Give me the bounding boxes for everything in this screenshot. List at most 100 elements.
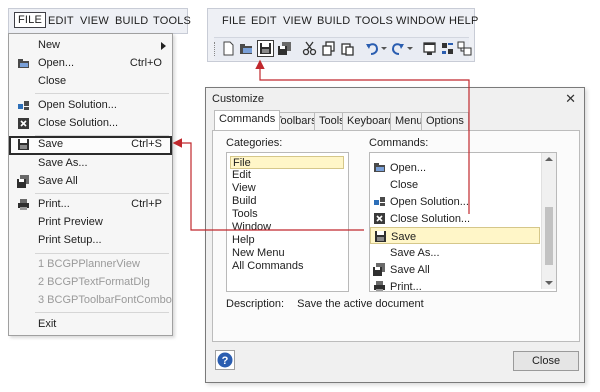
cut-icon[interactable] xyxy=(302,41,317,56)
help-button[interactable]: ? xyxy=(215,350,235,370)
print-icon xyxy=(374,281,385,291)
menu-tools[interactable]: TOOLS xyxy=(153,15,191,27)
menu-item-print[interactable]: Print... Ctrl+P xyxy=(9,196,172,214)
menu-file[interactable]: FILE xyxy=(13,12,47,28)
new-file-icon[interactable] xyxy=(221,41,236,56)
menu-item-exit[interactable]: Exit xyxy=(9,316,172,334)
menu-item-label: Open... xyxy=(38,57,75,69)
class-view-icon[interactable] xyxy=(457,41,472,56)
close-button[interactable]: Close xyxy=(513,351,579,371)
command-item-close-solution[interactable]: Close Solution... xyxy=(370,210,540,227)
menu-item-open-solution[interactable]: Open Solution... xyxy=(9,97,172,115)
save-icon[interactable] xyxy=(257,40,274,57)
menu-view[interactable]: VIEW xyxy=(283,15,312,27)
menu-item-recent-1[interactable]: 1 BCGPPlannerView xyxy=(9,256,172,274)
save-all-icon xyxy=(17,175,29,188)
save-icon xyxy=(375,231,386,242)
category-item[interactable]: All Commands xyxy=(232,260,304,272)
open-folder-icon[interactable] xyxy=(239,41,254,56)
menu-item-label: Close Solution... xyxy=(38,117,119,129)
category-item[interactable]: Tools xyxy=(232,208,258,220)
menu-help[interactable]: HELP xyxy=(449,15,479,27)
menu-item-print-setup[interactable]: Print Setup... xyxy=(9,232,172,250)
command-item-print[interactable]: Print... xyxy=(370,278,540,292)
help-icon: ? xyxy=(217,352,233,368)
menu-item-save-all[interactable]: Save All xyxy=(9,173,172,191)
redo-icon[interactable] xyxy=(390,41,405,56)
paste-icon[interactable] xyxy=(340,41,355,56)
category-item[interactable]: New Menu xyxy=(232,247,285,259)
category-item[interactable]: Edit xyxy=(232,169,251,181)
copy-icon[interactable] xyxy=(321,41,336,56)
menu-item-close-solution[interactable]: Close Solution... xyxy=(9,115,172,133)
menu-item-print-preview[interactable]: Print Preview xyxy=(9,214,172,232)
properties-icon[interactable] xyxy=(440,41,455,56)
menu-item-recent-3[interactable]: 3 BCGPToolbarFontCombo xyxy=(9,292,172,310)
menu-item-label: Exit xyxy=(38,318,57,330)
save-icon xyxy=(18,139,29,150)
menu-item-label: New xyxy=(38,39,61,51)
menu-view[interactable]: VIEW xyxy=(80,15,109,27)
categories-listbox[interactable]: File Edit View Build Tools Window Help N… xyxy=(226,152,349,292)
file-menu-dropdown: New Open... Ctrl+O Close Open Solution..… xyxy=(8,33,173,336)
description-label: Description: xyxy=(226,298,285,310)
menu-item-close[interactable]: Close xyxy=(9,73,172,91)
command-item-save-all[interactable]: Save All xyxy=(370,261,540,278)
categories-label: Categories: xyxy=(226,137,283,149)
left-menu-bar: FILE EDIT VIEW BUILD TOOLS xyxy=(8,8,191,34)
menu-item-label: Save xyxy=(38,138,64,150)
category-item[interactable]: Window xyxy=(232,221,271,233)
command-item-save-as[interactable]: Save As... xyxy=(370,244,540,261)
category-item[interactable]: Build xyxy=(232,195,256,207)
open-solution-icon xyxy=(18,101,29,110)
menu-edit[interactable]: EDIT xyxy=(251,15,277,27)
tab-commands[interactable]: Commands xyxy=(214,110,281,130)
description-row: Description: Save the active document xyxy=(226,298,424,310)
command-item-open[interactable]: Open... xyxy=(370,159,540,176)
undo-icon[interactable] xyxy=(365,41,380,56)
standard-toolbar xyxy=(214,37,472,60)
commands-listbox[interactable]: Open... Close Open Solution... Close Sol… xyxy=(369,152,557,292)
close-icon[interactable]: ✕ xyxy=(565,91,576,107)
menu-tools[interactable]: TOOLS xyxy=(355,15,393,27)
menu-item-label: 2 BCGPTextFormatDlg xyxy=(38,276,150,288)
menu-edit[interactable]: EDIT xyxy=(48,15,74,27)
window-icon[interactable] xyxy=(422,41,437,56)
command-item-close[interactable]: Close xyxy=(370,176,540,193)
scrollbar-thumb[interactable] xyxy=(545,207,553,265)
tab-options[interactable]: Options xyxy=(421,112,469,130)
save-all-icon xyxy=(373,263,385,276)
menu-separator xyxy=(35,253,169,254)
menu-item-label: Save As... xyxy=(38,157,88,169)
commands-tab-panel: Categories: File Edit View Build Tools W… xyxy=(212,130,580,342)
scroll-down-icon[interactable] xyxy=(545,281,553,285)
menu-item-save[interactable]: Save Ctrl+S xyxy=(9,136,172,155)
menu-file[interactable]: FILE xyxy=(222,15,246,27)
category-item[interactable]: File xyxy=(230,156,344,169)
category-item[interactable]: Help xyxy=(232,234,255,246)
scroll-up-icon[interactable] xyxy=(545,157,553,161)
commands-scrollbar[interactable] xyxy=(541,153,556,289)
menu-item-label: Print... xyxy=(38,198,70,210)
toolbar-grip[interactable] xyxy=(214,42,218,56)
undo-dropdown-icon[interactable] xyxy=(381,47,387,50)
menu-build[interactable]: BUILD xyxy=(317,15,350,27)
menu-item-save-as[interactable]: Save As... xyxy=(9,155,172,173)
category-item[interactable]: View xyxy=(232,182,256,194)
close-solution-icon xyxy=(374,213,385,224)
menu-item-open[interactable]: Open... Ctrl+O xyxy=(9,55,172,73)
redo-dropdown-icon[interactable] xyxy=(407,47,413,50)
command-item-save[interactable]: Save xyxy=(370,227,540,244)
menu-window[interactable]: WINDOW xyxy=(396,15,445,27)
submenu-arrow-icon xyxy=(161,42,166,50)
command-label: Save xyxy=(391,231,417,243)
menu-build[interactable]: BUILD xyxy=(115,15,148,27)
command-item-open-solution[interactable]: Open Solution... xyxy=(370,193,540,210)
command-label: Print... xyxy=(390,281,422,292)
menu-item-new[interactable]: New xyxy=(9,37,172,55)
save-all-icon[interactable] xyxy=(277,41,292,56)
close-solution-icon xyxy=(18,118,29,129)
open-solution-icon xyxy=(374,197,385,206)
menu-item-recent-2[interactable]: 2 BCGPTextFormatDlg xyxy=(9,274,172,292)
open-folder-icon xyxy=(18,59,29,68)
